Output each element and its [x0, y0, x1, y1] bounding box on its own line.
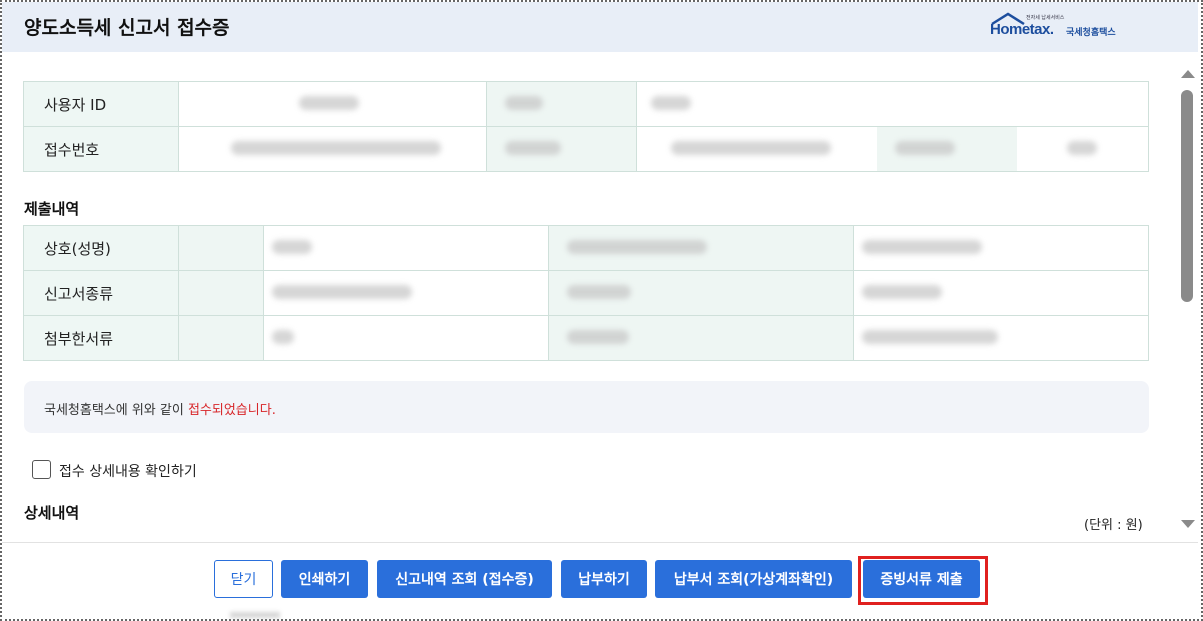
scrollbar[interactable] — [1178, 62, 1198, 542]
blurred-value — [853, 270, 1149, 316]
hometax-logo: 전자세 납세서비스 Hometax. 국세청홈택스 — [990, 12, 1140, 42]
submission-table: 상호(성명) 신고서종류 첨부한서류 — [23, 225, 1149, 361]
blurred-value — [178, 270, 264, 316]
blurred-value — [548, 315, 854, 361]
blurred-value — [486, 81, 637, 127]
detail-checkbox-label[interactable]: 접수 상세내용 확인하기 — [59, 461, 197, 481]
blurred-value — [548, 270, 854, 316]
unit-label: (단위 : 원) — [1084, 518, 1143, 533]
blurred-value — [636, 126, 1149, 172]
table-row: 접수번호 — [23, 126, 1149, 172]
row-label-form-type: 신고서종류 — [23, 270, 179, 316]
notice-highlight: 접수되었습니다. — [187, 403, 276, 418]
row-label-name: 상호(성명) — [23, 225, 179, 271]
scroll-thumb[interactable] — [1181, 90, 1193, 302]
table-row: 신고서종류 — [23, 270, 1149, 316]
detail-checkbox[interactable] — [32, 460, 51, 479]
blurred-value — [548, 225, 854, 271]
row-label-receipt-no: 접수번호 — [23, 126, 179, 172]
logo-wordmark: Hometax. — [990, 21, 1054, 38]
blurred-value — [178, 81, 487, 127]
logo-tagline: 전자세 납세서비스 — [1026, 15, 1065, 21]
pay-button[interactable]: 납부하기 — [561, 560, 647, 598]
notice-text: 국세청홈택스에 위와 같이 접수되었습니다. — [44, 399, 276, 418]
blurred-value — [178, 126, 487, 172]
logo-subtitle: 국세청홈택스 — [1066, 28, 1116, 38]
blurred-value — [263, 225, 549, 271]
highlight-box — [858, 556, 988, 605]
receipt-modal: 양도소득세 신고서 접수증 전자세 납세서비스 Hometax. 국세청홈택스 … — [2, 2, 1198, 617]
background-fragment — [230, 612, 280, 618]
scroll-up-arrow-icon[interactable] — [1181, 70, 1195, 78]
blurred-value — [853, 315, 1149, 361]
scroll-down-arrow-icon[interactable] — [1181, 520, 1195, 528]
blurred-value — [263, 270, 549, 316]
modal-header: 양도소득세 신고서 접수증 전자세 납세서비스 Hometax. 국세청홈택스 — [2, 2, 1198, 52]
row-label-user-id: 사용자 ID — [23, 81, 179, 127]
close-button[interactable]: 닫기 — [214, 560, 273, 598]
blurred-value — [636, 81, 1149, 127]
row-label-attachments: 첨부한서류 — [23, 315, 179, 361]
section-title-submission: 제출내역 — [24, 200, 80, 218]
modal-content: 사용자 ID 접수번호 제출내역 상호(성명) 신고서종류 첨부한서류 국세청홈… — [2, 52, 1178, 542]
payment-bill-button[interactable]: 납부서 조회(가상계좌확인) — [655, 560, 852, 598]
notice-prefix: 국세청홈택스에 위와 같이 — [44, 403, 188, 418]
table-row: 상호(성명) — [23, 225, 1149, 271]
history-button[interactable]: 신고내역 조회 (접수증) — [377, 560, 552, 598]
section-title-detail: 상세내역 — [24, 504, 80, 522]
modal-footer: 닫기 인쇄하기 신고내역 조회 (접수증) 납부하기 납부서 조회(가상계좌확인… — [2, 542, 1198, 617]
blurred-value — [178, 225, 264, 271]
blurred-value — [263, 315, 549, 361]
blurred-value — [853, 225, 1149, 271]
user-info-table: 사용자 ID 접수번호 — [23, 81, 1149, 172]
modal-title: 양도소득세 신고서 접수증 — [24, 17, 230, 39]
table-row: 사용자 ID — [23, 81, 1149, 127]
notice-box: 국세청홈택스에 위와 같이 접수되었습니다. — [24, 381, 1149, 433]
blurred-value — [486, 126, 637, 172]
table-row: 첨부한서류 — [23, 315, 1149, 361]
print-button[interactable]: 인쇄하기 — [281, 560, 368, 598]
blurred-value — [178, 315, 264, 361]
